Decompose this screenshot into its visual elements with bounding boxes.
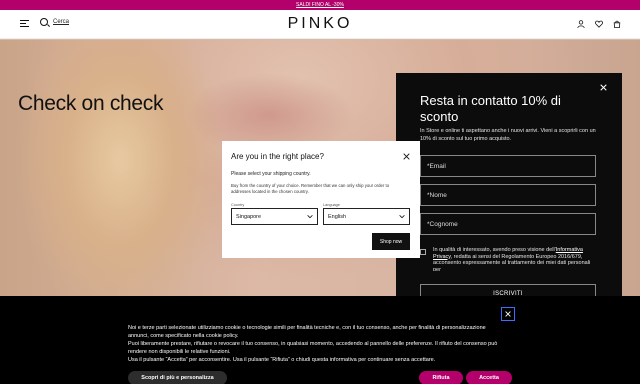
- modal-note: Buy from the country of your choice. Rem…: [231, 183, 390, 194]
- region-modal: Are you in the right place? Please selec…: [222, 141, 420, 258]
- modal-subtitle: Please select your shipping country.: [231, 171, 311, 177]
- promo-text[interactable]: SALDI FINO AL -30%: [296, 2, 344, 8]
- close-icon[interactable]: [403, 153, 410, 160]
- reject-button[interactable]: Rifiuta: [419, 371, 463, 384]
- hero-title: Check on check: [18, 92, 164, 115]
- modal-title: Are you in the right place?: [231, 152, 324, 161]
- email-field[interactable]: *Email: [420, 155, 596, 177]
- cookie-text: Noi e terze parti selezionate utilizziam…: [128, 324, 500, 364]
- close-icon: [505, 311, 511, 317]
- name-field[interactable]: *Nome: [420, 184, 596, 206]
- cookie-banner: Noi e terze parti selezionate utilizziam…: [0, 296, 640, 384]
- close-icon[interactable]: [600, 84, 607, 91]
- consent-text: In qualità di interessato, avendo preso …: [433, 247, 593, 271]
- surname-field[interactable]: *Cognome: [420, 213, 596, 235]
- newsletter-description: In Store e online ti aspettano anche i n…: [420, 128, 596, 142]
- promo-bar[interactable]: SALDI FINO AL -30%: [0, 0, 640, 10]
- header-actions: [577, 20, 621, 28]
- country-select[interactable]: Singapore: [231, 208, 318, 225]
- site-logo[interactable]: PINKO: [0, 15, 640, 33]
- user-icon[interactable]: [577, 20, 585, 28]
- consent-suffix: , redatta ai sensi del Regolamento Europ…: [433, 253, 591, 272]
- language-select[interactable]: English: [323, 208, 410, 225]
- chevron-down-icon: [307, 215, 313, 219]
- heart-icon[interactable]: [595, 20, 603, 28]
- consent-checkbox[interactable]: [420, 249, 426, 255]
- cookie-text-line: Puoi liberamente prestare, rifiutare o r…: [128, 341, 498, 355]
- cookie-text-line: Usa il pulsante “Accetta” per acconsenti…: [128, 357, 436, 363]
- cookie-text-line: Noi e terze parti selezionate utilizziam…: [128, 325, 486, 339]
- country-label: Country: [231, 203, 245, 207]
- bag-icon[interactable]: [613, 20, 621, 28]
- cookie-close-button[interactable]: [501, 307, 515, 321]
- consent-prefix: In qualità di interessato, avendo preso …: [433, 247, 556, 253]
- shop-now-button[interactable]: Shop now: [372, 233, 410, 250]
- language-label: Language: [323, 203, 340, 207]
- newsletter-title: Resta in contatto 10% di sconto: [420, 93, 561, 124]
- language-value: English: [328, 214, 347, 220]
- newsletter-panel: Resta in contatto 10% di sconto In Store…: [396, 73, 622, 304]
- customize-button[interactable]: Scopri di più e personalizza: [128, 371, 227, 384]
- accept-button[interactable]: Accetta: [466, 371, 512, 384]
- chevron-down-icon: [399, 215, 405, 219]
- country-value: Singapore: [236, 214, 262, 220]
- site-header: Cerca PINKO: [0, 10, 640, 39]
